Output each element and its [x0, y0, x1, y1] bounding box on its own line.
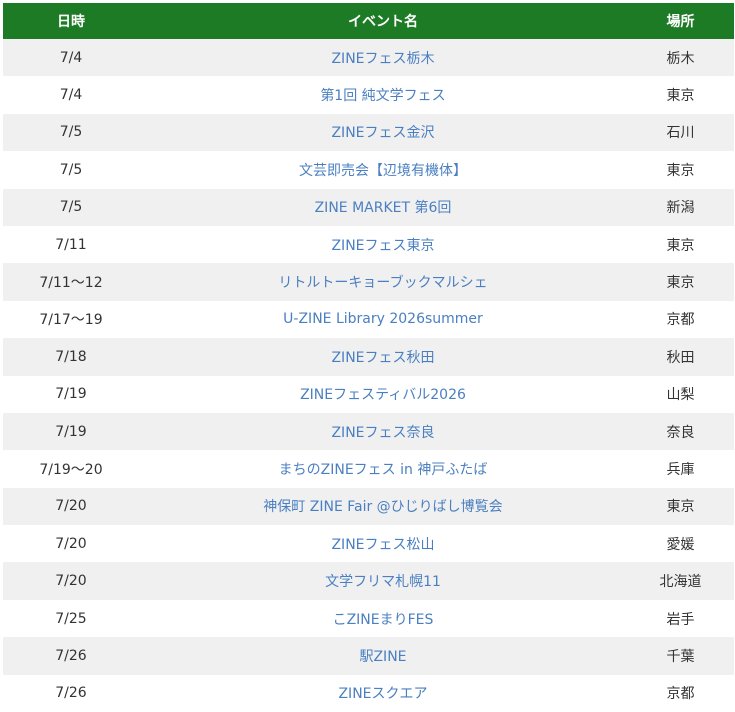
cell-place: 東京	[627, 263, 734, 301]
cell-date: 7/19	[3, 375, 139, 413]
cell-event: ZINEフェス奈良	[139, 412, 627, 451]
event-link[interactable]: ZINEフェス奈良	[331, 425, 434, 441]
cell-date: 7/5	[3, 151, 139, 189]
header-date: 日時	[3, 3, 139, 39]
cell-event: ZINEフェス松山	[139, 525, 627, 563]
cell-event: 第1回 純文学フェス	[139, 76, 627, 114]
cell-date: 7/25	[3, 599, 139, 638]
cell-event: ZINEフェス金沢	[139, 113, 627, 152]
header-row: 日時 イベント名 場所	[3, 3, 734, 39]
cell-event: ZINEフェス栃木	[139, 39, 627, 77]
event-link[interactable]: 駅ZINE	[359, 649, 406, 665]
event-link[interactable]: ZINEフェス松山	[331, 537, 434, 553]
table-header: 日時 イベント名 場所	[3, 3, 734, 39]
cell-date: 7/20	[3, 487, 139, 526]
cell-event: こZINEまりFES	[139, 599, 627, 638]
event-link[interactable]: こZINEまりFES	[333, 612, 434, 628]
table-row: 7/20 文学フリマ札幌11 北海道	[3, 562, 734, 600]
event-link[interactable]: 第1回 純文学フェス	[320, 88, 445, 104]
cell-date: 7/17〜19	[3, 300, 139, 339]
header-event: イベント名	[139, 3, 627, 39]
cell-place: 京都	[627, 300, 734, 339]
cell-place: 東京	[627, 76, 734, 114]
event-link[interactable]: まちのZINEフェス in 神戸ふたば	[279, 462, 488, 478]
event-schedule: 日時 イベント名 場所 7/4 ZINEフェス栃木 栃木 7/4 第1回 純文学フェス東…	[0, 0, 735, 712]
table-row: 7/5 ZINEフェス金沢 石川	[3, 113, 734, 152]
cell-event: ZINEフェス東京	[139, 225, 627, 264]
cell-date: 7/5	[3, 188, 139, 226]
event-link[interactable]: ZINEフェス栃木	[331, 51, 434, 67]
table-row: 7/20 ZINEフェス松山 愛媛	[3, 525, 734, 563]
cell-event: 駅ZINE	[139, 637, 627, 675]
table-row: 7/11〜12 リトルトーキョーブックマルシェ 東京	[3, 263, 734, 301]
cell-event: U-ZINE Library 2026summer	[139, 300, 627, 339]
table-row: 7/25 こZINEまりFES 岩手	[3, 599, 734, 638]
event-link[interactable]: ZINEフェス秋田	[331, 350, 434, 366]
cell-event: ZINEスクエア	[139, 674, 627, 712]
table-row: 7/4 第1回 純文学フェス 東京	[3, 76, 734, 114]
cell-place: 東京	[627, 487, 734, 526]
event-link[interactable]: U-ZINE Library 2026summer	[283, 311, 483, 327]
cell-place: 石川	[627, 113, 734, 152]
cell-event: リトルトーキョーブックマルシェ	[139, 263, 627, 301]
table-body: 7/4 ZINEフェス栃木 栃木 7/4 第1回 純文学フェス 東京 7/5 ZINEフェス金…	[3, 39, 734, 712]
table-row: 7/17〜19 U-ZINE Library 2026summer 京都	[3, 300, 734, 339]
cell-place: 栃木	[627, 39, 734, 77]
table-row: 7/26 ZINEスクエア 京都	[3, 674, 734, 712]
cell-date: 7/26	[3, 674, 139, 712]
cell-event: まちのZINEフェス in 神戸ふたば	[139, 450, 627, 488]
cell-date: 7/11	[3, 225, 139, 264]
table-row: 7/26 駅ZINE 千葉	[3, 637, 734, 675]
event-link[interactable]: 文芸即売会【辺境有機体】	[299, 163, 467, 179]
cell-place: 新潟	[627, 188, 734, 226]
event-link[interactable]: リトルトーキョーブックマルシェ	[278, 275, 487, 291]
table-row: 7/5 ZINE MARKET 第6回 新潟	[3, 188, 734, 226]
cell-place: 東京	[627, 225, 734, 264]
cell-event: ZINEフェス秋田	[139, 338, 627, 376]
cell-date: 7/4	[3, 39, 139, 77]
event-link[interactable]: ZINEフェス東京	[331, 238, 434, 254]
cell-date: 7/20	[3, 525, 139, 563]
table-row: 7/19 ZINEフェスティバル2026 山梨	[3, 375, 734, 413]
cell-place: 岩手	[627, 599, 734, 638]
header-place: 場所	[627, 3, 734, 39]
cell-date: 7/18	[3, 338, 139, 376]
table-row: 7/5 文芸即売会【辺境有機体】 東京	[3, 151, 734, 189]
cell-place: 兵庫	[627, 450, 734, 488]
table-row: 7/4 ZINEフェス栃木 栃木	[3, 39, 734, 77]
cell-place: 北海道	[627, 562, 734, 600]
table-row: 7/19 ZINEフェス奈良 奈良	[3, 412, 734, 451]
cell-date: 7/11〜12	[3, 263, 139, 301]
cell-place: 東京	[627, 151, 734, 189]
table-row: 7/11 ZINEフェス東京 東京	[3, 225, 734, 264]
cell-date: 7/19〜20	[3, 450, 139, 488]
event-link[interactable]: ZINEスクエア	[338, 686, 427, 702]
event-table: 日時 イベント名 場所 7/4 ZINEフェス栃木 栃木 7/4 第1回 純文学フェス東…	[3, 3, 734, 712]
event-link[interactable]: ZINEフェスティバル2026	[300, 387, 466, 403]
cell-date: 7/4	[3, 76, 139, 114]
cell-date: 7/19	[3, 412, 139, 451]
event-link[interactable]: 文学フリマ札幌11	[325, 574, 441, 590]
cell-date: 7/5	[3, 113, 139, 152]
cell-event: ZINEフェスティバル2026	[139, 375, 627, 413]
cell-event: ZINE MARKET 第6回	[139, 188, 627, 226]
cell-place: 千葉	[627, 637, 734, 675]
cell-event: 神保町 ZINE Fair @ひじりばし博覧会	[139, 487, 627, 526]
cell-event: 文学フリマ札幌11	[139, 562, 627, 600]
cell-event: 文芸即売会【辺境有機体】	[139, 151, 627, 189]
table-row: 7/20 神保町 ZINE Fair @ひじりばし博覧会 東京	[3, 487, 734, 526]
table-row: 7/19〜20 まちのZINEフェス in 神戸ふたば 兵庫	[3, 450, 734, 488]
cell-place: 山梨	[627, 375, 734, 413]
cell-place: 京都	[627, 674, 734, 712]
cell-date: 7/26	[3, 637, 139, 675]
event-link[interactable]: 神保町 ZINE Fair @ひじりばし博覧会	[263, 499, 502, 515]
event-link[interactable]: ZINEフェス金沢	[331, 125, 434, 141]
cell-place: 愛媛	[627, 525, 734, 563]
cell-date: 7/20	[3, 562, 139, 600]
cell-place: 奈良	[627, 412, 734, 451]
cell-place: 秋田	[627, 338, 734, 376]
event-link[interactable]: ZINE MARKET 第6回	[315, 200, 452, 216]
table-row: 7/18 ZINEフェス秋田 秋田	[3, 338, 734, 376]
